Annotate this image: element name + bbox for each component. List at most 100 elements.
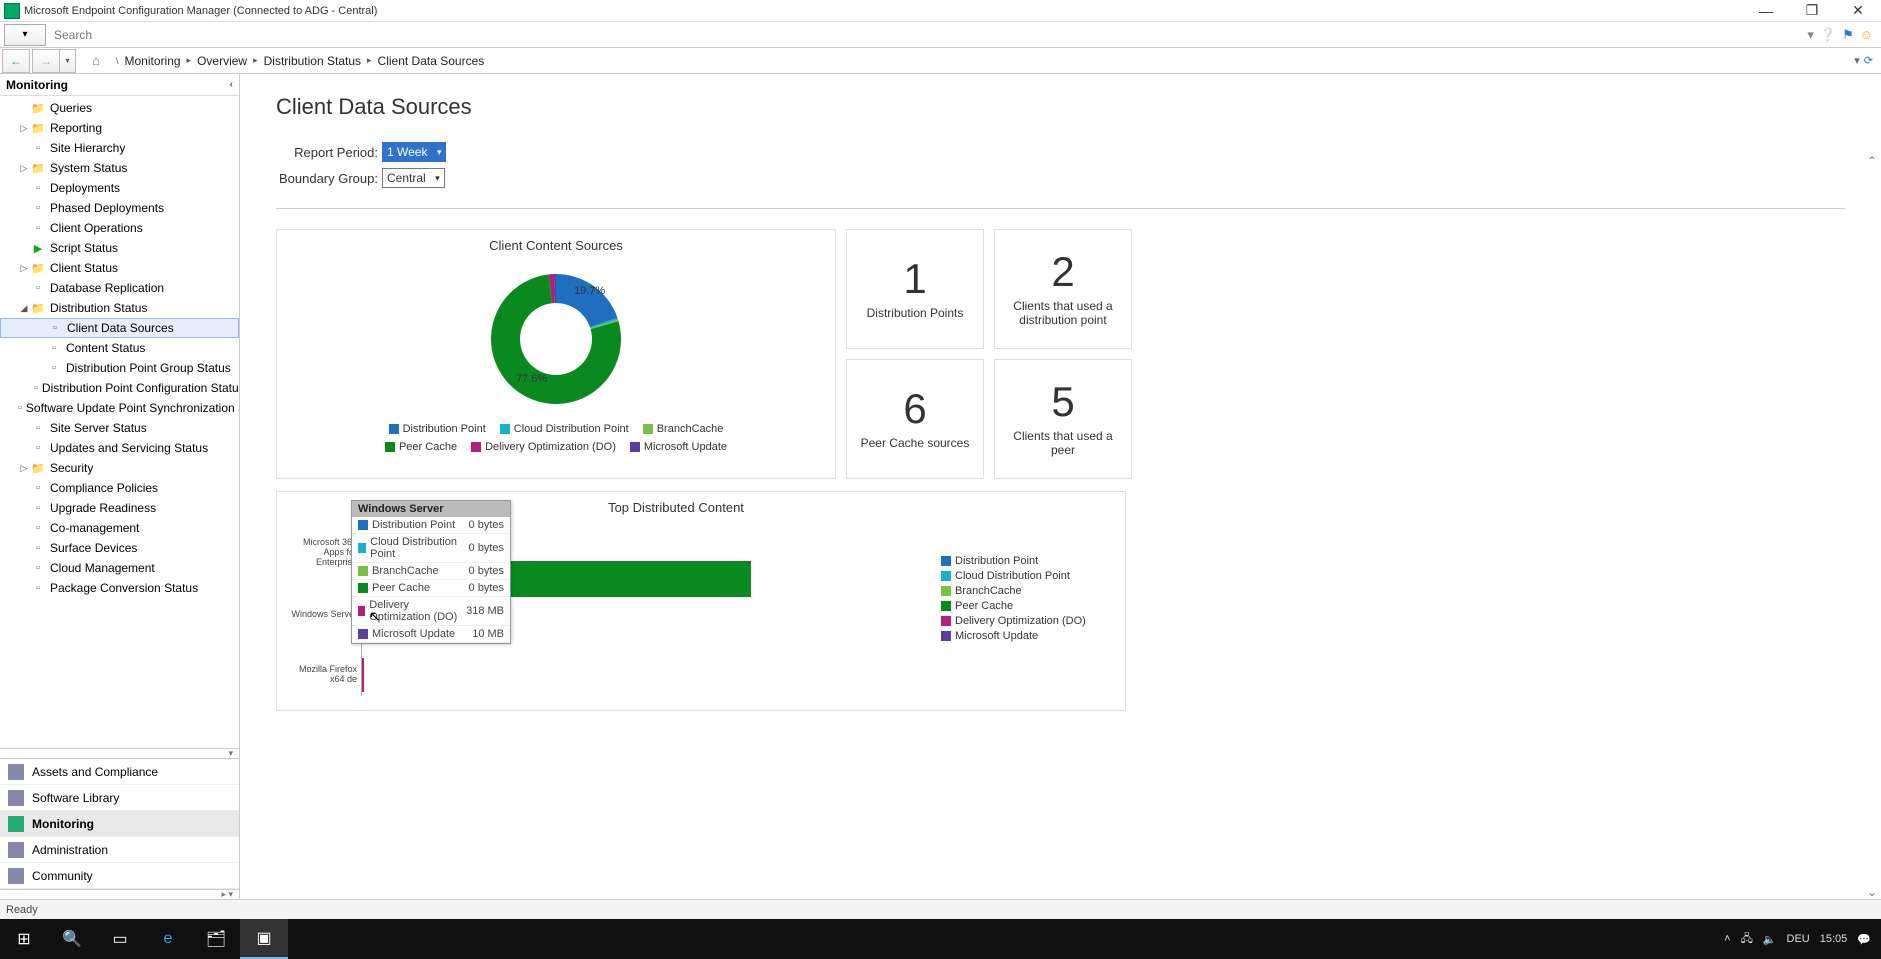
tree-item[interactable]: 📁Queries: [0, 98, 239, 118]
tooltip-row: BranchCache0 bytes: [352, 563, 510, 580]
task-view-button[interactable]: ▭: [96, 919, 144, 959]
boundary-group-label: Boundary Group:: [276, 171, 378, 186]
split-handle[interactable]: ▾: [0, 748, 239, 758]
close-button[interactable]: ✕: [1835, 0, 1881, 22]
stat-label: Distribution Points: [867, 306, 964, 320]
tooltip-value: 0 bytes: [464, 519, 504, 531]
taskbar-ie-button[interactable]: e: [144, 919, 192, 959]
tree-item[interactable]: ▫Package Conversion Status: [0, 578, 239, 598]
tray-lang[interactable]: DEU: [1787, 933, 1810, 945]
report-period-select[interactable]: 1 Week: [382, 142, 446, 162]
taskbar-search-button[interactable]: 🔍: [48, 919, 96, 959]
workspace-item[interactable]: Community: [0, 863, 239, 889]
tree-item[interactable]: ▷📁Client Status: [0, 258, 239, 278]
tray-sound-icon[interactable]: 🔈: [1763, 933, 1777, 946]
stat-number: 5: [1051, 381, 1074, 423]
breadcrumb-overview[interactable]: Overview: [197, 54, 247, 68]
status-bar: Ready: [0, 899, 1881, 919]
scroll-up-icon[interactable]: ⌃: [1867, 154, 1877, 168]
tree-item[interactable]: ▷📁Reporting: [0, 118, 239, 138]
tree-item[interactable]: ▫Client Operations: [0, 218, 239, 238]
tree-item[interactable]: ▫Updates and Servicing Status: [0, 438, 239, 458]
tree-item[interactable]: ▫Co-management: [0, 518, 239, 538]
nav-history-dropdown[interactable]: ▾: [60, 49, 76, 73]
breadcrumb-diststatus[interactable]: Distribution Status: [264, 54, 361, 68]
content-scrollbar[interactable]: ⌃ ⌄: [1863, 154, 1881, 899]
maximize-button[interactable]: ❐: [1789, 0, 1835, 22]
workspace-item[interactable]: Assets and Compliance: [0, 759, 239, 785]
breadcrumb-monitoring[interactable]: Monitoring: [125, 54, 181, 68]
workspace-item[interactable]: Monitoring: [0, 811, 239, 837]
workspace-label: Administration: [32, 843, 108, 857]
tree-item[interactable]: ▷📁Security: [0, 458, 239, 478]
bar-label-c: Mozilla Firefox x64 de: [291, 665, 361, 685]
tree-item[interactable]: ▫Site Hierarchy: [0, 138, 239, 158]
breadcrumb-dropdown-icon[interactable]: ▾: [1854, 54, 1860, 67]
tree-item[interactable]: ▫Upgrade Readiness: [0, 498, 239, 518]
tree-item[interactable]: ▫Software Update Point Synchronization S…: [0, 398, 239, 418]
tooltip-value: 0 bytes: [464, 582, 504, 594]
ribbon-dropdown-button[interactable]: ▾: [4, 24, 46, 46]
tree-item[interactable]: ▫Site Server Status: [0, 418, 239, 438]
donut-legend: Distribution PointCloud Distribution Poi…: [346, 423, 766, 453]
taskbar-explorer-button[interactable]: 🗂: [192, 919, 240, 959]
feedback-icon[interactable]: ☺: [1860, 27, 1873, 42]
folder-icon: 📁: [30, 160, 46, 176]
refresh-icon[interactable]: ⟳: [1864, 54, 1873, 67]
tree-item-label: System Status: [50, 161, 127, 175]
breadcrumb-cds[interactable]: Client Data Sources: [378, 54, 485, 68]
title-tray-icons: ▾ ❔ ⚑ ☺: [1807, 27, 1881, 43]
tray-network-icon[interactable]: 🖧: [1741, 930, 1753, 949]
legend-label: Delivery Optimization (DO): [955, 615, 1086, 627]
legend-item: Cloud Distribution Point: [500, 423, 629, 435]
nav-tree[interactable]: 📁Queries▷📁Reporting▫Site Hierarchy▷📁Syst…: [0, 96, 239, 748]
tree-item[interactable]: ▫Surface Devices: [0, 538, 239, 558]
taskbar-sccm-button[interactable]: ▣: [240, 919, 288, 959]
help-icon[interactable]: ❔: [1820, 27, 1836, 43]
tree-item[interactable]: ▫Compliance Policies: [0, 478, 239, 498]
breadcrumb-sep: \: [116, 56, 119, 66]
dropdown-caret-icon[interactable]: ▾: [1807, 27, 1814, 43]
workspace-overflow[interactable]: ▸ ▾: [0, 889, 239, 899]
legend-swatch-icon: [500, 424, 510, 434]
tray-notifications-icon[interactable]: 💬: [1857, 933, 1871, 946]
tree-item[interactable]: ▫Cloud Management: [0, 558, 239, 578]
folder-icon: 📁: [30, 260, 46, 276]
boundary-group-select[interactable]: Central: [382, 168, 445, 188]
tree-item-label: Site Hierarchy: [50, 141, 125, 155]
workspace-icon: [8, 868, 24, 884]
tree-item[interactable]: ▫Deployments: [0, 178, 239, 198]
tooltip-swatch-icon: [358, 629, 368, 639]
tray-overflow-icon[interactable]: ˄: [1724, 933, 1730, 945]
tree-expand-icon[interactable]: ▷: [18, 163, 30, 174]
flag-icon[interactable]: ⚑: [1842, 27, 1854, 43]
workspace-item[interactable]: Administration: [0, 837, 239, 863]
home-icon[interactable]: ⌂: [86, 51, 106, 71]
nav-back-button[interactable]: ←: [2, 49, 30, 73]
nav-forward-button[interactable]: →: [32, 49, 60, 73]
start-button[interactable]: ⊞: [0, 919, 48, 959]
tree-item[interactable]: ▫Client Data Sources: [0, 318, 239, 338]
tree-item[interactable]: ▷📁 System Status: [0, 158, 239, 178]
tree-expand-icon[interactable]: ▷: [18, 123, 30, 134]
tree-expand-icon[interactable]: ▷: [18, 263, 30, 274]
nav-collapse-button[interactable]: ‹: [230, 79, 233, 90]
tree-item[interactable]: ▫Database Replication: [0, 278, 239, 298]
tree-item[interactable]: ▶Script Status: [0, 238, 239, 258]
search-input[interactable]: [46, 24, 1807, 46]
tooltip-label: Microsoft Update: [372, 628, 455, 640]
generic-icon: ▫: [30, 280, 46, 296]
tree-item[interactable]: ◢📁Distribution Status: [0, 298, 239, 318]
stat-label: Peer Cache sources: [861, 436, 970, 450]
tree-item[interactable]: ▫Distribution Point Configuration Status: [0, 378, 239, 398]
tree-item[interactable]: ▫Content Status: [0, 338, 239, 358]
tooltip-label: Peer Cache: [372, 582, 430, 594]
tree-expand-icon[interactable]: ▷: [18, 463, 30, 474]
tree-item[interactable]: ▫Distribution Point Group Status: [0, 358, 239, 378]
workspace-item[interactable]: Software Library: [0, 785, 239, 811]
tray-time[interactable]: 15:05: [1820, 933, 1848, 945]
scroll-down-icon[interactable]: ⌄: [1867, 885, 1877, 899]
tree-expand-icon[interactable]: ◢: [18, 303, 30, 314]
minimize-button[interactable]: —: [1743, 0, 1789, 22]
tree-item[interactable]: ▫Phased Deployments: [0, 198, 239, 218]
